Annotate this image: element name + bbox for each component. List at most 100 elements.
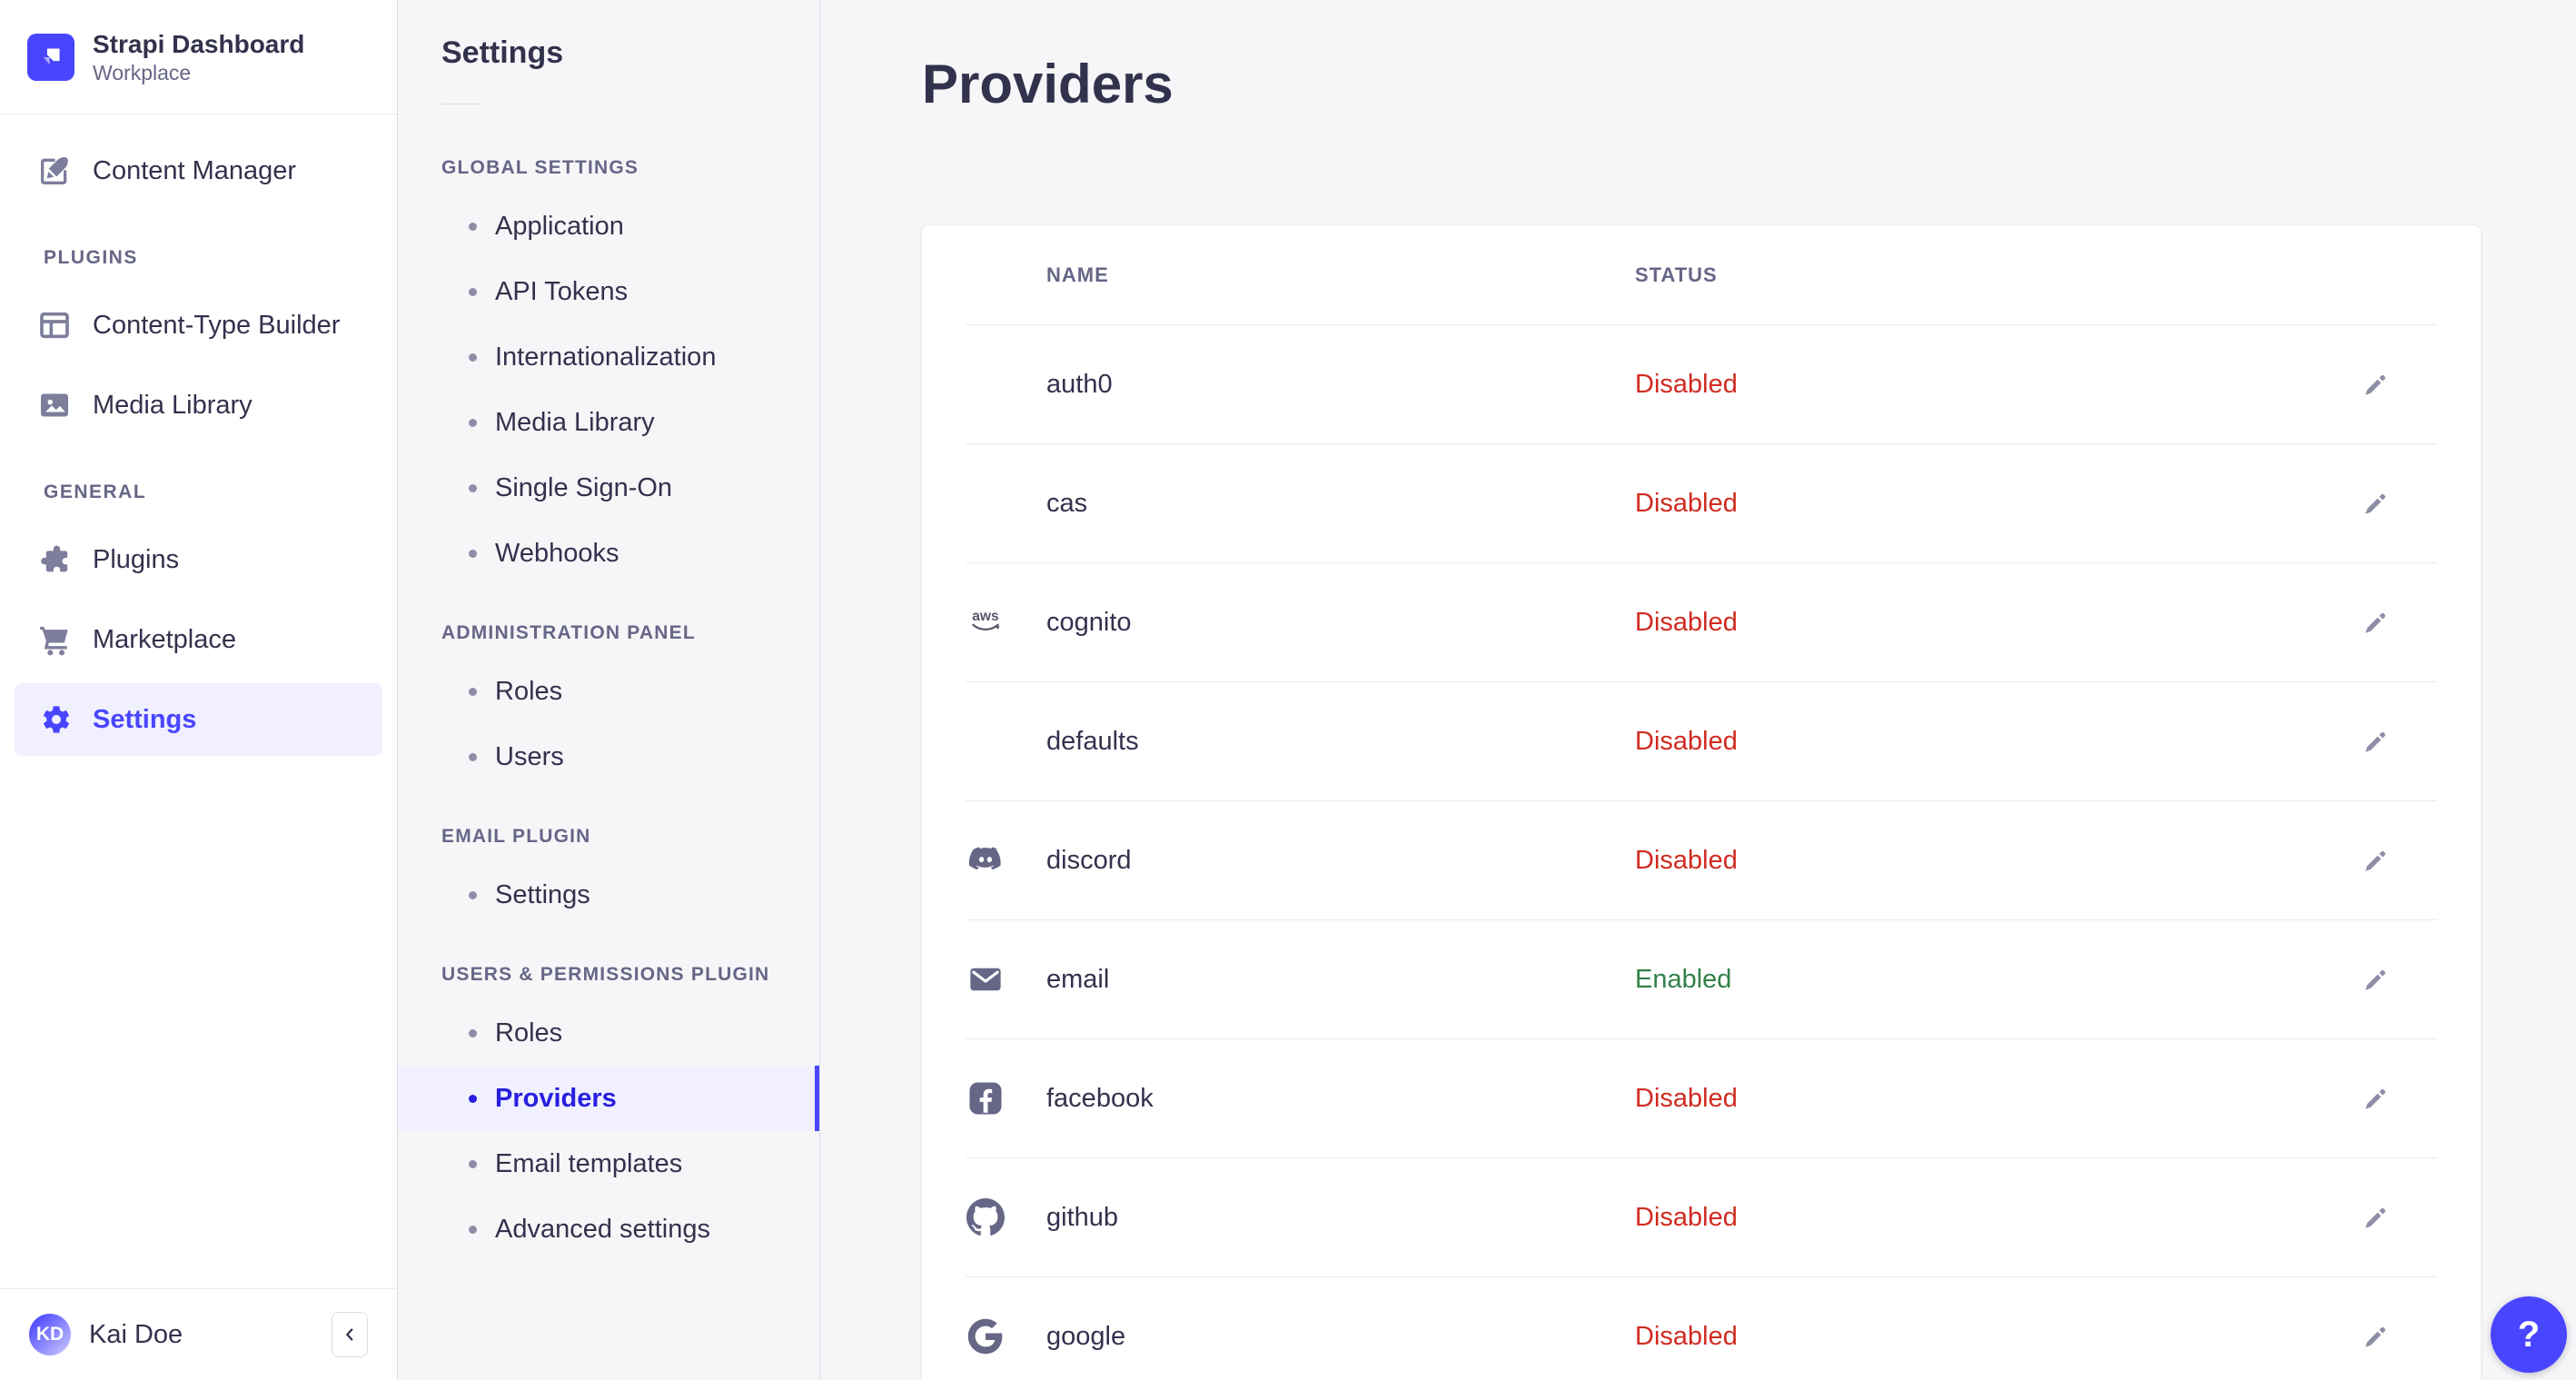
subnav-title: Settings [441,35,564,70]
subnav-item-advanced-settings[interactable]: Advanced settings [398,1196,819,1262]
edit-provider-button[interactable] [2356,483,2396,523]
empty-icon-slot [966,364,1006,404]
table-row-cas: cas Disabled [922,444,2481,562]
subnav-section-global-settings: GLOBAL SETTINGS [441,157,639,178]
sidebar-item-label: Plugins [93,544,180,574]
puzzle-icon [41,545,68,572]
facebook-icon [966,1078,1006,1118]
edit-provider-button[interactable] [2356,840,2396,880]
status-badge: Disabled [1635,726,1738,756]
empty-icon-slot [966,721,1006,761]
subnav-item-label: Email templates [495,1148,683,1178]
aws-icon: aws [966,602,1006,642]
collapse-sidebar-button[interactable] [332,1312,368,1357]
discord-icon [966,840,1006,880]
edit-provider-button[interactable] [2356,1197,2396,1237]
subnav-item-label: Users [495,741,564,771]
bullet-icon [469,483,477,492]
svg-text:aws: aws [972,609,999,624]
provider-name: defaults [1046,726,1139,756]
subnav-item-internationalization[interactable]: Internationalization [398,324,819,390]
edit-provider-button[interactable] [2356,1078,2396,1118]
edit-provider-button[interactable] [2356,959,2396,999]
avatar: KD [29,1314,71,1355]
app-window: Strapi Dashboard Workplace Content Manag… [0,0,2576,1380]
subnav-item-email-settings[interactable]: Settings [398,862,819,928]
subnav-item-providers[interactable]: Providers [398,1066,819,1131]
sidebar-item-label: Content-Type Builder [93,310,341,340]
status-badge: Disabled [1635,1083,1738,1113]
providers-table-card: NAME STATUS auth0 Disabled cas Disabled … [922,225,2481,1380]
strapi-logo [27,33,74,81]
provider-name: github [1046,1202,1119,1232]
bullet-icon [469,1159,477,1168]
subnav-item-admin-users[interactable]: Users [398,724,819,789]
app-title: Strapi Dashboard [93,29,305,58]
bullet-icon [469,418,477,427]
github-icon [966,1197,1006,1237]
bullet-icon [469,752,477,761]
page-title: Providers [922,54,1174,114]
edit-provider-button[interactable] [2356,364,2396,404]
subnav-item-label: Application [495,211,624,241]
pencil-icon [2365,1326,2386,1347]
provider-name: cas [1046,488,1088,518]
subnav-section-email-plugin: EMAIL PLUGIN [441,826,591,847]
edit-provider-button[interactable] [2356,1316,2396,1356]
subnav-item-application[interactable]: Application [398,194,819,259]
edit-provider-button[interactable] [2356,602,2396,642]
sidebar-section-general: GENERAL [44,482,147,502]
provider-name: discord [1046,845,1132,875]
bullet-icon [469,352,477,362]
provider-name: email [1046,964,1110,994]
pencil-icon [2365,1207,2386,1228]
help-button[interactable]: ? [2491,1296,2567,1373]
table-row-email: email Enabled [922,920,2481,1038]
subnav-item-label: Roles [495,1018,563,1047]
subnav-item-admin-roles[interactable]: Roles [398,659,819,724]
sidebar-section-plugins: PLUGINS [44,247,138,268]
provider-name: facebook [1046,1083,1154,1113]
picture-icon [41,393,68,417]
sidebar-item-media-library[interactable]: Media Library [15,369,382,442]
subnav-item-single-sign-on[interactable]: Single Sign-On [398,455,819,521]
chevron-left-icon [346,1328,353,1341]
subnav-item-label: Single Sign-On [495,472,673,502]
subnav-item-api-tokens[interactable]: API Tokens [398,259,819,324]
bullet-icon [469,1028,477,1037]
pencil-icon [2365,612,2386,633]
settings-subnav: Settings GLOBAL SETTINGS Application API… [398,0,820,1380]
pencil-icon [2365,493,2386,514]
status-badge: Disabled [1635,1321,1738,1351]
sidebar-item-label: Content Manager [93,155,297,185]
provider-name: google [1046,1321,1126,1351]
subnav-item-email-templates[interactable]: Email templates [398,1131,819,1196]
user-area: KD Kai Doe [0,1288,397,1380]
subnav-item-label: Providers [495,1083,617,1113]
status-badge: Disabled [1635,488,1738,518]
status-badge: Disabled [1635,1202,1738,1232]
main-sidebar: Strapi Dashboard Workplace Content Manag… [0,0,398,1380]
subnav-section-administration-panel: ADMINISTRATION PANEL [441,622,696,643]
table-row-google: google Disabled [922,1277,2481,1380]
status-badge: Enabled [1635,964,1732,994]
sidebar-item-settings[interactable]: Settings [15,683,382,756]
subnav-item-up-roles[interactable]: Roles [398,1000,819,1066]
table-row-facebook: facebook Disabled [922,1039,2481,1157]
column-header-name: NAME [1046,263,1109,286]
sidebar-item-label: Media Library [93,390,253,420]
brand-header[interactable]: Strapi Dashboard Workplace [0,0,397,114]
sidebar-item-plugins[interactable]: Plugins [15,523,382,596]
bullet-icon [469,890,477,899]
sidebar-item-content-manager[interactable]: Content Manager [15,134,382,207]
sidebar-item-content-type-builder[interactable]: Content-Type Builder [15,289,382,362]
empty-icon-slot [966,483,1006,523]
subnav-item-webhooks[interactable]: Webhooks [398,521,819,586]
subnav-section-users-permissions-plugin: USERS & PERMISSIONS PLUGIN [441,964,770,985]
edit-provider-button[interactable] [2356,721,2396,761]
subnav-item-media-library[interactable]: Media Library [398,390,819,455]
subnav-item-label: Advanced settings [495,1214,710,1244]
google-icon [966,1316,1006,1356]
subnav-item-label: Settings [495,879,590,909]
sidebar-item-marketplace[interactable]: Marketplace [15,603,382,676]
